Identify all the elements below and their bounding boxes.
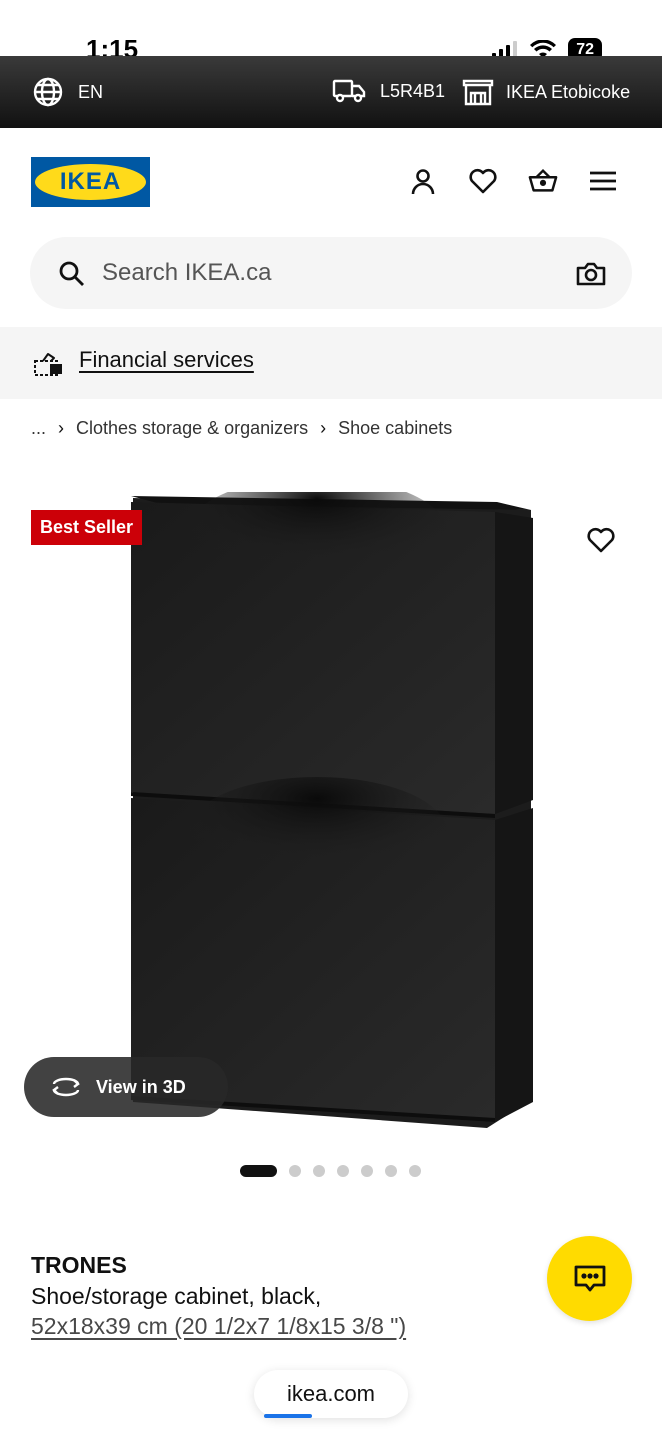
carousel-indicator [240, 1165, 421, 1177]
carousel-dot[interactable] [289, 1165, 301, 1177]
site-header: IKEA [0, 128, 662, 238]
delivery-postal-code[interactable]: L5R4B1 [332, 78, 445, 104]
chevron-right-icon: › [58, 418, 65, 438]
search-input[interactable] [102, 237, 542, 309]
best-seller-badge: Best Seller [31, 510, 143, 545]
view-in-3d-label: View in 3D [96, 1076, 186, 1097]
product-image-gallery[interactable] [0, 470, 662, 1150]
search-icon[interactable] [58, 260, 86, 288]
breadcrumb-item-clothes-storage[interactable]: Clothes storage & organizers [76, 418, 308, 439]
breadcrumb-item-shoe-cabinets[interactable]: Shoe cabinets [338, 418, 452, 439]
globe-icon [33, 77, 63, 107]
browser-url: ikea.com [286, 1381, 376, 1406]
chevron-right-icon: › [320, 418, 327, 438]
carousel-dot-active[interactable] [240, 1165, 277, 1177]
search-bar [30, 237, 632, 309]
page-load-progress [264, 1414, 312, 1418]
payment-icon [34, 353, 62, 376]
financial-services-link[interactable]: Financial services [79, 347, 254, 373]
logo-oval: IKEA [35, 164, 146, 200]
logo-text: IKEA [59, 168, 122, 195]
ikea-logo[interactable]: IKEA [31, 157, 150, 207]
carousel-dot[interactable] [361, 1165, 373, 1177]
financial-services-banner: Financial services [0, 327, 662, 399]
delivery-truck-icon [332, 79, 366, 103]
menu-button[interactable] [588, 166, 618, 196]
chat-button[interactable] [547, 1236, 632, 1321]
utility-bar: EN L5R4B1 IKEA Etobicoke [0, 56, 662, 128]
status-bar: 1:15 72 [0, 0, 662, 64]
carousel-dot[interactable] [385, 1165, 397, 1177]
carousel-dot[interactable] [337, 1165, 349, 1177]
store-selector[interactable]: IKEA Etobicoke [462, 78, 630, 106]
header-actions [408, 166, 618, 196]
carousel-dot[interactable] [313, 1165, 325, 1177]
favourites-button[interactable] [468, 166, 498, 196]
browser-url-bar[interactable]: ikea.com [254, 1370, 408, 1418]
rotate-3d-icon [52, 1077, 80, 1097]
store-label: IKEA Etobicoke [506, 81, 631, 102]
chat-bubble-icon [574, 1265, 605, 1291]
view-in-3d-button[interactable]: View in 3D [24, 1057, 228, 1117]
postal-code-label: L5R4B1 [380, 80, 446, 101]
breadcrumb: ... › Clothes storage & organizers › Sho… [31, 418, 452, 439]
camera-search-icon[interactable] [576, 261, 606, 287]
cart-button[interactable] [528, 166, 558, 196]
product-description: Shoe/storage cabinet, black, [31, 1283, 322, 1309]
heart-icon [587, 527, 615, 553]
language-label: EN [78, 81, 104, 102]
language-selector[interactable]: EN [32, 76, 103, 108]
user-icon [411, 169, 435, 195]
add-to-favourites-button[interactable] [586, 526, 616, 559]
shopping-bag-icon [528, 168, 558, 192]
hamburger-menu-icon [590, 171, 616, 191]
product-image [131, 492, 533, 1128]
breadcrumb-ellipsis[interactable]: ... [31, 418, 46, 439]
account-button[interactable] [408, 166, 438, 196]
carousel-dot[interactable] [409, 1165, 421, 1177]
heart-icon [469, 168, 497, 194]
product-dimensions-link[interactable]: 52x18x39 cm (20 1/2x7 1/8x15 3/8 ") [31, 1313, 406, 1340]
product-name: TRONES [31, 1252, 127, 1278]
store-icon [462, 79, 494, 106]
